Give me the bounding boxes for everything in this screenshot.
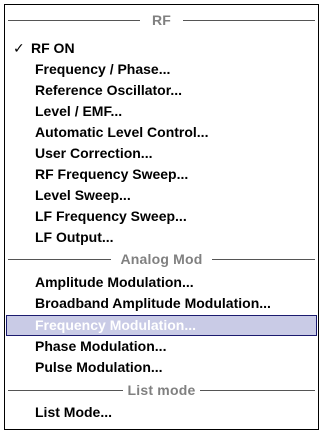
menu-item-label: RF Frequency Sweep... <box>35 166 189 182</box>
menu-item-user-correction[interactable]: User Correction... <box>6 143 317 164</box>
menu-item-label: Frequency / Phase... <box>35 61 171 77</box>
context-menu: RF ✓ RF ON Frequency / Phase... Referenc… <box>4 4 319 430</box>
group-header-rf: RF <box>5 10 318 30</box>
menu-item-reference-oscillator[interactable]: Reference Oscillator... <box>6 80 317 101</box>
menu-item-label: LF Output... <box>35 229 114 245</box>
checkmark-icon: ✓ <box>13 40 25 56</box>
menu-item-label: Level / EMF... <box>35 103 123 119</box>
menu-item-label: Phase Modulation... <box>35 338 167 354</box>
menu-item-rf-on[interactable]: ✓ RF ON <box>6 38 317 59</box>
menu-item-label: List Mode... <box>35 404 112 420</box>
group-header-analog-mod: Analog Mod <box>5 249 318 269</box>
menu-item-frequency-modulation[interactable]: Frequency Modulation... <box>6 315 317 336</box>
menu-item-label: User Correction... <box>35 145 153 161</box>
menu-item-level-sweep[interactable]: Level Sweep... <box>6 185 317 206</box>
menu-item-broadband-amplitude-modulation[interactable]: Broadband Amplitude Modulation... <box>6 293 317 314</box>
menu-item-phase-modulation[interactable]: Phase Modulation... <box>6 336 317 357</box>
menu-item-label: Reference Oscillator... <box>35 82 183 98</box>
menu-item-label: Amplitude Modulation... <box>35 274 194 290</box>
menu-item-rf-frequency-sweep[interactable]: RF Frequency Sweep... <box>6 164 317 185</box>
menu-item-label: Pulse Modulation... <box>35 359 163 375</box>
menu-item-lf-output[interactable]: LF Output... <box>6 227 317 248</box>
divider <box>212 259 315 260</box>
menu-item-label: RF ON <box>31 40 75 56</box>
menu-item-pulse-modulation[interactable]: Pulse Modulation... <box>6 357 317 378</box>
group-header-list-mode: List mode <box>5 380 318 400</box>
menu-item-label: Frequency Modulation... <box>35 317 197 333</box>
menu-item-label: Automatic Level Control... <box>35 124 209 140</box>
menu-item-label: Broadband Amplitude Modulation... <box>35 295 271 311</box>
menu-item-label: Level Sweep... <box>35 187 131 203</box>
menu-item-lf-frequency-sweep[interactable]: LF Frequency Sweep... <box>6 206 317 227</box>
menu-item-amplitude-modulation[interactable]: Amplitude Modulation... <box>6 272 317 293</box>
divider <box>200 390 315 391</box>
menu-item-label: LF Frequency Sweep... <box>35 208 187 224</box>
menu-item-list-mode[interactable]: List Mode... <box>6 402 317 423</box>
divider <box>183 20 315 21</box>
menu-item-level-emf[interactable]: Level / EMF... <box>6 101 317 122</box>
menu-item-frequency-phase[interactable]: Frequency / Phase... <box>6 59 317 80</box>
menu-item-automatic-level-control[interactable]: Automatic Level Control... <box>6 122 317 143</box>
